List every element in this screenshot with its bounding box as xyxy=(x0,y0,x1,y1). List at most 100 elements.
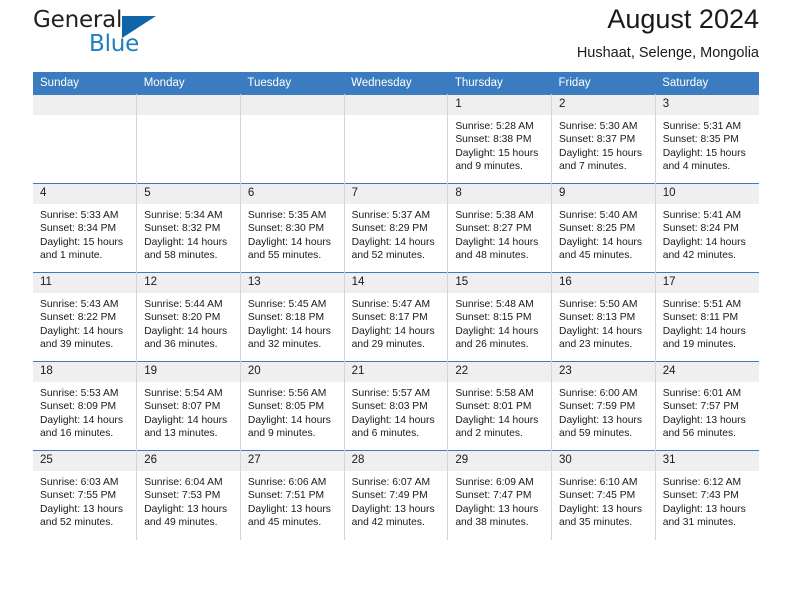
day-sunset-text: Sunset: 8:29 PM xyxy=(351,223,428,235)
day-daylight-line-text: Daylight: 13 hours xyxy=(662,503,746,515)
day-number: 20 xyxy=(240,362,344,382)
calendar-day-cell[interactable]: 15 Sunrise: 5:48 AM Sunset: 8:15 PM Dayligh… xyxy=(447,272,553,362)
day-daylight-line-text: Daylight: 14 hours xyxy=(144,236,228,248)
day-number: 25 xyxy=(33,451,137,471)
day-daylight-line-text: and 4 minutes. xyxy=(662,161,731,173)
calendar-day-cell[interactable]: 11 Sunrise: 5:43 AM Sunset: 8:22 PM Dayligh… xyxy=(33,272,138,362)
calendar-day-cell[interactable]: 22 Sunrise: 5:58 AM Sunset: 8:01 PM Dayligh… xyxy=(447,361,553,451)
calendar-day-cell[interactable]: 10 Sunrise: 5:41 AM Sunset: 8:24 PM Dayligh… xyxy=(655,183,759,273)
day-number: 2 xyxy=(552,95,655,115)
day-sunset-text: Sunset: 8:17 PM xyxy=(351,312,428,324)
calendar-week-row: 25 Sunrise: 6:03 AM Sunset: 7:55 PM Dayligh… xyxy=(33,450,759,540)
day-details: Sunrise: 5:41 AM Sunset: 8:24 PM Daylight:… xyxy=(656,204,759,263)
day-daylight-line-text: and 45 minutes. xyxy=(559,250,633,262)
day-number: 4 xyxy=(33,184,137,204)
day-daylight-line-text: Daylight: 14 hours xyxy=(351,236,435,248)
calendar-day-cell[interactable]: 2 Sunrise: 5:30 AM Sunset: 8:37 PM Daylight… xyxy=(551,94,656,184)
calendar-day-cell[interactable]: 18 Sunrise: 5:53 AM Sunset: 8:09 PM Dayligh… xyxy=(33,361,138,451)
calendar-day-cell[interactable]: 30 Sunrise: 6:10 AM Sunset: 7:45 PM Dayligh… xyxy=(551,450,656,540)
day-details: Sunrise: 5:50 AM Sunset: 8:13 PM Daylight:… xyxy=(552,293,655,352)
day-daylight-line-text: and 16 minutes. xyxy=(40,428,114,440)
day-daylight-line-text: and 42 minutes. xyxy=(662,250,736,262)
day-daylight-line-text: and 39 minutes. xyxy=(40,339,114,351)
day-sunset-text: Sunset: 8:13 PM xyxy=(559,312,636,324)
day-number xyxy=(344,95,448,115)
calendar-day-cell[interactable]: 19 Sunrise: 5:54 AM Sunset: 8:07 PM Dayligh… xyxy=(136,361,241,451)
calendar-day-cell[interactable]: 12 Sunrise: 5:44 AM Sunset: 8:20 PM Dayligh… xyxy=(136,272,241,362)
calendar-day-cell[interactable]: 26 Sunrise: 6:04 AM Sunset: 7:53 PM Dayligh… xyxy=(136,450,241,540)
calendar-day-cell[interactable]: 7 Sunrise: 5:37 AM Sunset: 8:29 PM Daylight… xyxy=(344,183,449,273)
calendar-day-cell[interactable]: 24 Sunrise: 6:01 AM Sunset: 7:57 PM Dayligh… xyxy=(655,361,759,451)
day-details: Sunrise: 6:04 AM Sunset: 7:53 PM Daylight:… xyxy=(137,471,240,530)
day-details: Sunrise: 5:38 AM Sunset: 8:27 PM Daylight:… xyxy=(448,204,551,263)
day-sunrise-text: Sunrise: 5:51 AM xyxy=(662,299,742,310)
day-daylight-line-text: Daylight: 15 hours xyxy=(662,147,746,159)
calendar-cell-empty xyxy=(33,94,138,184)
calendar-cell-empty xyxy=(240,94,345,184)
calendar-cell-empty xyxy=(136,94,241,184)
day-details: Sunrise: 5:37 AM Sunset: 8:29 PM Daylight:… xyxy=(345,204,448,263)
calendar-day-cell[interactable]: 20 Sunrise: 5:56 AM Sunset: 8:05 PM Dayligh… xyxy=(240,361,345,451)
calendar-week-row: 18 Sunrise: 5:53 AM Sunset: 8:09 PM Dayligh… xyxy=(33,361,759,451)
calendar-day-cell[interactable]: 28 Sunrise: 6:07 AM Sunset: 7:49 PM Dayligh… xyxy=(344,450,449,540)
day-sunrise-text: Sunrise: 6:09 AM xyxy=(455,477,534,488)
day-daylight-line-text: Daylight: 13 hours xyxy=(144,503,228,515)
calendar-day-cell[interactable]: 27 Sunrise: 6:06 AM Sunset: 7:51 PM Dayligh… xyxy=(240,450,345,540)
calendar-day-cell[interactable]: 16 Sunrise: 5:50 AM Sunset: 8:13 PM Dayligh… xyxy=(551,272,656,362)
day-sunset-text: Sunset: 7:53 PM xyxy=(144,490,221,502)
day-details: Sunrise: 5:34 AM Sunset: 8:32 PM Daylight:… xyxy=(137,204,240,263)
day-sunrise-text: Sunrise: 5:35 AM xyxy=(247,210,327,221)
calendar-day-cell[interactable]: 17 Sunrise: 5:51 AM Sunset: 8:11 PM Dayligh… xyxy=(655,272,759,362)
day-daylight-line-text: Daylight: 14 hours xyxy=(144,414,228,426)
day-sunrise-text: Sunrise: 6:04 AM xyxy=(144,477,223,488)
day-sunrise-text: Sunrise: 5:37 AM xyxy=(351,210,431,221)
weekday-header-thursday: Thursday xyxy=(447,72,552,95)
calendar-cell-empty xyxy=(344,94,449,184)
day-daylight-line-text: and 52 minutes. xyxy=(40,517,114,529)
day-details: Sunrise: 5:53 AM Sunset: 8:09 PM Daylight:… xyxy=(33,382,136,441)
day-sunset-text: Sunset: 8:05 PM xyxy=(247,401,325,413)
day-sunset-text: Sunset: 8:35 PM xyxy=(662,134,739,146)
day-details: Sunrise: 5:40 AM Sunset: 8:25 PM Daylight:… xyxy=(552,204,655,263)
day-daylight-line-text: and 52 minutes. xyxy=(351,250,425,262)
day-number: 13 xyxy=(240,273,344,293)
brand-name-blue: Blue xyxy=(89,31,140,57)
day-number: 18 xyxy=(33,362,137,382)
calendar-day-cell[interactable]: 25 Sunrise: 6:03 AM Sunset: 7:55 PM Dayligh… xyxy=(33,450,138,540)
calendar-day-cell[interactable]: 13 Sunrise: 5:45 AM Sunset: 8:18 PM Dayligh… xyxy=(240,272,345,362)
day-number: 27 xyxy=(240,451,344,471)
weekday-header-sunday: Sunday xyxy=(33,72,137,95)
day-daylight-line-text: and 6 minutes. xyxy=(351,428,420,440)
day-details: Sunrise: 5:43 AM Sunset: 8:22 PM Daylight:… xyxy=(33,293,136,352)
day-sunrise-text: Sunrise: 5:56 AM xyxy=(247,388,327,399)
calendar-day-cell[interactable]: 14 Sunrise: 5:47 AM Sunset: 8:17 PM Dayligh… xyxy=(344,272,449,362)
day-details: Sunrise: 5:28 AM Sunset: 8:38 PM Daylight:… xyxy=(448,115,551,174)
day-number: 11 xyxy=(33,273,137,293)
day-daylight-line-text: Daylight: 13 hours xyxy=(40,503,123,515)
calendar-day-cell[interactable]: 1 Sunrise: 5:28 AM Sunset: 8:38 PM Daylight… xyxy=(447,94,553,184)
calendar-day-cell[interactable]: 29 Sunrise: 6:09 AM Sunset: 7:47 PM Dayligh… xyxy=(447,450,553,540)
day-number: 6 xyxy=(240,184,344,204)
day-daylight-line-text: Daylight: 13 hours xyxy=(559,503,643,515)
day-number: 31 xyxy=(655,451,759,471)
day-sunset-text: Sunset: 7:59 PM xyxy=(559,401,636,413)
calendar-day-cell[interactable]: 21 Sunrise: 5:57 AM Sunset: 8:03 PM Dayligh… xyxy=(344,361,449,451)
day-daylight-line-text: and 7 minutes. xyxy=(559,161,627,173)
day-daylight-line-text: Daylight: 14 hours xyxy=(40,325,123,337)
day-sunrise-text: Sunrise: 5:28 AM xyxy=(455,121,534,132)
calendar-day-cell[interactable]: 31 Sunrise: 6:12 AM Sunset: 7:43 PM Dayligh… xyxy=(655,450,759,540)
calendar-day-cell[interactable]: 3 Sunrise: 5:31 AM Sunset: 8:35 PM Daylight… xyxy=(655,94,759,184)
day-daylight-line-text: and 55 minutes. xyxy=(247,250,322,262)
calendar-day-cell[interactable]: 8 Sunrise: 5:38 AM Sunset: 8:27 PM Daylight… xyxy=(447,183,553,273)
day-daylight-line-text: and 31 minutes. xyxy=(662,517,736,529)
day-details: Sunrise: 5:57 AM Sunset: 8:03 PM Daylight:… xyxy=(345,382,448,441)
calendar-day-cell[interactable]: 9 Sunrise: 5:40 AM Sunset: 8:25 PM Daylight… xyxy=(551,183,656,273)
calendar-day-cell[interactable]: 23 Sunrise: 6:00 AM Sunset: 7:59 PM Dayligh… xyxy=(551,361,656,451)
day-number: 12 xyxy=(137,273,240,293)
calendar-day-cell[interactable]: 5 Sunrise: 5:34 AM Sunset: 8:32 PM Daylight… xyxy=(136,183,241,273)
calendar-day-cell[interactable]: 6 Sunrise: 5:35 AM Sunset: 8:30 PM Daylight… xyxy=(240,183,345,273)
calendar-day-cell[interactable]: 4 Sunrise: 5:33 AM Sunset: 8:34 PM Daylight… xyxy=(33,183,138,273)
calendar-table: Sunday Monday Tuesday Wednesday Thursday… xyxy=(33,72,759,540)
day-daylight-line-text: and 42 minutes. xyxy=(351,517,425,529)
day-daylight-line-text: and 49 minutes. xyxy=(144,517,218,529)
